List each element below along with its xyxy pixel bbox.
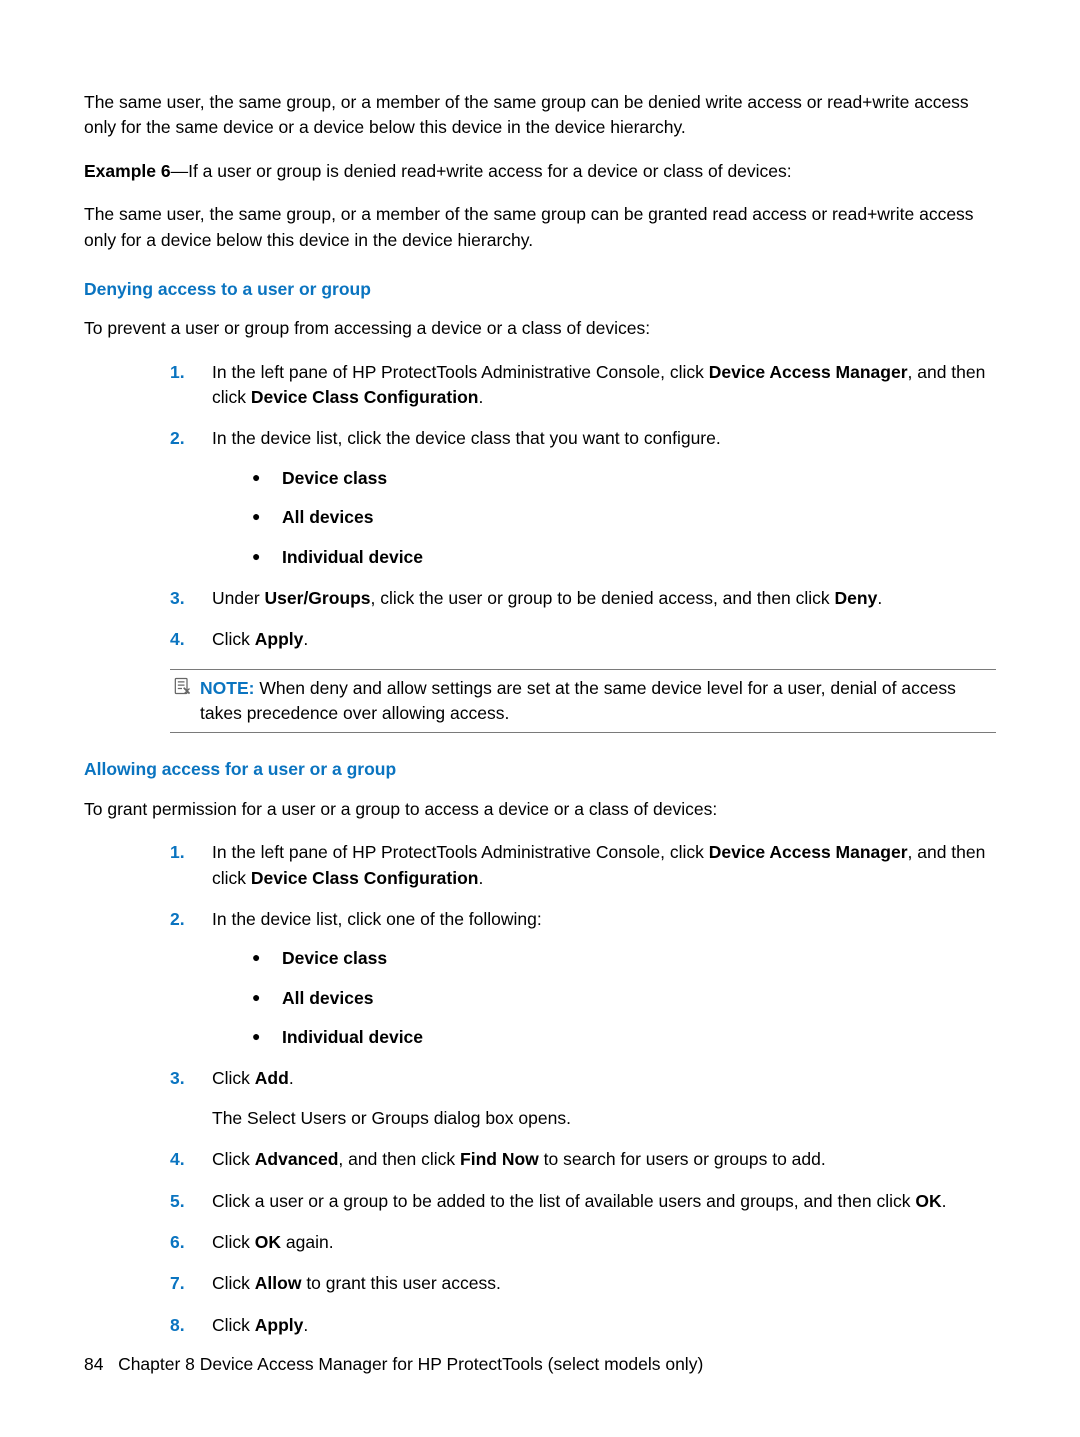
step-text: , click the user or group to be denied a… (371, 588, 835, 608)
step-number: 8. (170, 1313, 185, 1338)
step-number: 1. (170, 840, 185, 865)
bold-add: Add (255, 1068, 289, 1088)
allow-step-3-after: The Select Users or Groups dialog box op… (212, 1106, 996, 1131)
note-icon (172, 676, 192, 696)
bold-allow: Allow (255, 1273, 302, 1293)
chapter-title: Chapter 8 Device Access Manager for HP P… (118, 1354, 703, 1374)
allow-step-1: 1. In the left pane of HP ProtectTools A… (170, 840, 996, 891)
list-item: Individual device (252, 545, 996, 570)
page-footer: 84 Chapter 8 Device Access Manager for H… (84, 1352, 703, 1377)
bullet-device-class: Device class (282, 468, 387, 488)
step-text: . (303, 629, 308, 649)
allow-step-2: 2. In the device list, click one of the … (170, 907, 996, 1051)
deny-step-4: 4. Click Apply. (170, 627, 996, 652)
bold-find-now: Find Now (460, 1149, 539, 1169)
step-text: Under (212, 588, 265, 608)
bold-deny: Deny (835, 588, 878, 608)
deny-bullets: Device class All devices Individual devi… (252, 466, 996, 570)
bold-ok: OK (915, 1191, 941, 1211)
step-text: Click (212, 1273, 255, 1293)
list-item: Device class (252, 466, 996, 491)
intro-paragraph-1: The same user, the same group, or a memb… (84, 90, 996, 141)
step-text: In the device list, click one of the fol… (212, 909, 542, 929)
note-label: NOTE: (200, 678, 254, 698)
bullet-device-class: Device class (282, 948, 387, 968)
deny-step-1: 1. In the left pane of HP ProtectTools A… (170, 360, 996, 411)
list-item: All devices (252, 505, 996, 530)
step-text: . (478, 387, 483, 407)
bold-advanced: Advanced (255, 1149, 339, 1169)
step-text: Click a user or a group to be added to t… (212, 1191, 915, 1211)
step-text: Click (212, 1232, 255, 1252)
step-text: . (289, 1068, 294, 1088)
deny-step-2: 2. In the device list, click the device … (170, 426, 996, 570)
allow-bullets: Device class All devices Individual devi… (252, 946, 996, 1050)
step-number: 4. (170, 627, 185, 652)
step-text: Click (212, 1149, 255, 1169)
list-item: Device class (252, 946, 996, 971)
step-number: 1. (170, 360, 185, 385)
step-text: Click (212, 629, 255, 649)
step-text: to grant this user access. (301, 1273, 500, 1293)
step-text: . (303, 1315, 308, 1335)
step-text: to search for users or groups to add. (539, 1149, 826, 1169)
intro-example-line: Example 6—If a user or group is denied r… (84, 159, 996, 184)
step-number: 2. (170, 907, 185, 932)
step-text: In the device list, click the device cla… (212, 428, 721, 448)
allow-step-3: 3. Click Add. The Select Users or Groups… (170, 1066, 996, 1131)
allow-step-8: 8. Click Apply. (170, 1313, 996, 1338)
bold-apply: Apply (255, 629, 304, 649)
note-box: NOTE: When deny and allow settings are s… (170, 669, 996, 734)
bold-apply: Apply (255, 1315, 304, 1335)
allow-step-4: 4. Click Advanced, and then click Find N… (170, 1147, 996, 1172)
step-number: 3. (170, 586, 185, 611)
bold-device-access-manager: Device Access Manager (709, 362, 908, 382)
bold-ok: OK (255, 1232, 281, 1252)
step-number: 7. (170, 1271, 185, 1296)
allow-step-5: 5. Click a user or a group to be added t… (170, 1189, 996, 1214)
list-item: Individual device (252, 1025, 996, 1050)
deny-step-3: 3. Under User/Groups, click the user or … (170, 586, 996, 611)
step-number: 6. (170, 1230, 185, 1255)
allow-lead: To grant permission for a user or a grou… (84, 797, 996, 822)
bold-device-class-config: Device Class Configuration (251, 868, 479, 888)
step-text: Click (212, 1315, 255, 1335)
step-text: . (942, 1191, 947, 1211)
page-number: 84 (84, 1354, 103, 1374)
step-text: . (877, 588, 882, 608)
bullet-individual-device: Individual device (282, 1027, 423, 1047)
section-title-deny: Denying access to a user or group (84, 277, 996, 302)
deny-steps-list: 1. In the left pane of HP ProtectTools A… (170, 360, 996, 653)
example-label: Example 6 (84, 161, 171, 181)
bullet-all-devices: All devices (282, 988, 373, 1008)
bold-user-groups: User/Groups (265, 588, 371, 608)
step-number: 4. (170, 1147, 185, 1172)
step-text: Click (212, 1068, 255, 1088)
step-number: 5. (170, 1189, 185, 1214)
step-text: In the left pane of HP ProtectTools Admi… (212, 362, 709, 382)
list-item: All devices (252, 986, 996, 1011)
bullet-individual-device: Individual device (282, 547, 423, 567)
allow-steps-list: 1. In the left pane of HP ProtectTools A… (170, 840, 996, 1338)
allow-step-6: 6. Click OK again. (170, 1230, 996, 1255)
step-number: 3. (170, 1066, 185, 1091)
example-text: —If a user or group is denied read+write… (171, 161, 792, 181)
allow-step-7: 7. Click Allow to grant this user access… (170, 1271, 996, 1296)
intro-paragraph-2: The same user, the same group, or a memb… (84, 202, 996, 253)
bold-device-class-config: Device Class Configuration (251, 387, 479, 407)
bold-device-access-manager: Device Access Manager (709, 842, 908, 862)
section-title-allow: Allowing access for a user or a group (84, 757, 996, 782)
step-text: , and then click (338, 1149, 460, 1169)
step-number: 2. (170, 426, 185, 451)
step-text: again. (281, 1232, 334, 1252)
note-text: When deny and allow settings are set at … (200, 678, 956, 723)
bullet-all-devices: All devices (282, 507, 373, 527)
deny-lead: To prevent a user or group from accessin… (84, 316, 996, 341)
step-text: In the left pane of HP ProtectTools Admi… (212, 842, 709, 862)
step-text: . (478, 868, 483, 888)
